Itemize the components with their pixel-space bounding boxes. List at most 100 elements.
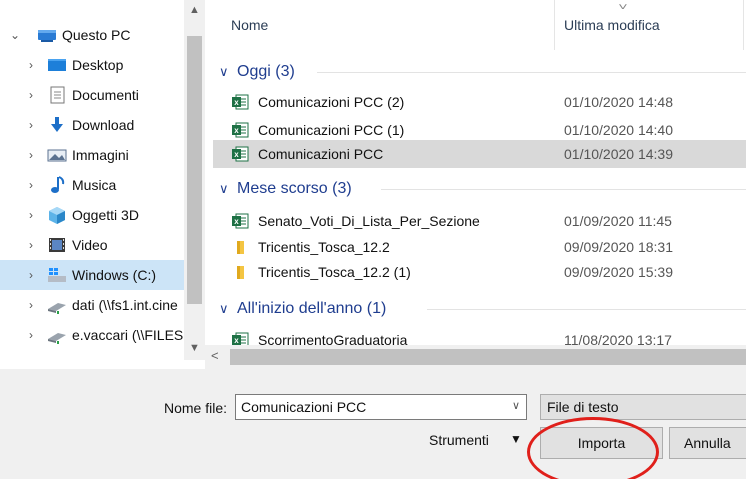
nav-item-network-dati[interactable]: › dati (\\fs1.int.cine	[0, 290, 184, 320]
file-name: Comunicazioni PCC (1)	[258, 122, 405, 138]
chevron-down-icon[interactable]: ∨	[219, 301, 229, 317]
file-date: 01/09/2020 11:45	[564, 213, 672, 229]
nav-item-label: dati (\\fs1.int.cine	[72, 297, 178, 313]
nav-vertical-scrollbar[interactable]: ▲ ▼	[184, 0, 205, 360]
filename-label: Nome file:	[164, 400, 228, 416]
file-name: Tricentis_Tosca_12.2	[258, 239, 390, 255]
excel-file-icon: x	[232, 94, 249, 110]
file-date: 09/09/2020 18:31	[564, 239, 673, 255]
chevron-right-icon[interactable]: ›	[24, 208, 38, 222]
chevron-right-icon[interactable]: ›	[24, 148, 38, 162]
chevron-right-icon[interactable]: ›	[24, 58, 38, 72]
nav-item-music[interactable]: › Musica	[0, 170, 184, 200]
file-date: 01/10/2020 14:39	[564, 146, 673, 162]
documents-folder-icon	[50, 86, 65, 104]
music-folder-icon	[51, 176, 65, 193]
nav-item-this-pc[interactable]: ⌄ Questo PC	[0, 20, 184, 50]
navigation-pane: ⌄ Questo PC › Desktop › Documenti › Down…	[0, 0, 205, 360]
group-label: All'inizio dell'anno (1)	[237, 300, 387, 317]
file-row[interactable]: Tricentis_Tosca_12.2 (1) 09/09/2020 15:3…	[213, 258, 746, 286]
group-divider	[427, 308, 746, 310]
chevron-right-icon[interactable]: ›	[24, 88, 38, 102]
chevron-down-icon[interactable]: ⌄	[8, 28, 22, 42]
desktop-folder-icon	[48, 59, 66, 71]
group-header-today[interactable]: ∨ Oggi (3)	[205, 58, 746, 86]
scrollbar-thumb[interactable]	[187, 36, 202, 304]
nav-item-pictures[interactable]: › Immagini	[0, 140, 184, 170]
tools-button[interactable]: Strumenti	[429, 432, 489, 448]
column-header-modified[interactable]: Ultima modifica	[564, 0, 660, 50]
chevron-right-icon[interactable]: ›	[24, 238, 38, 252]
nav-item-label: Questo PC	[62, 27, 131, 43]
nav-item-network-evaccari[interactable]: › e.vaccari (\\FILES	[0, 320, 184, 350]
file-row[interactable]: x Comunicazioni PCC (2) 01/10/2020 14:48	[213, 88, 746, 116]
file-date: 01/10/2020 14:48	[564, 94, 673, 110]
excel-file-icon: x	[232, 122, 249, 138]
file-row[interactable]: x ScorrimentoGraduatoria 11/08/2020 13:1…	[213, 326, 746, 345]
nav-item-label: Musica	[72, 177, 117, 193]
chevron-down-icon[interactable]: ∨	[512, 399, 520, 412]
dropdown-arrow-icon[interactable]: ▼	[510, 432, 522, 446]
video-folder-icon	[49, 238, 65, 252]
scrollbar-thumb[interactable]	[230, 349, 746, 365]
nav-item-label: Windows (C:)	[72, 267, 157, 283]
folder-icon	[237, 266, 244, 279]
nav-item-label: Immagini	[72, 147, 129, 163]
cancel-button[interactable]: Annulla	[669, 427, 746, 459]
file-row-selected[interactable]: x Comunicazioni PCC 01/10/2020 14:39	[213, 140, 746, 168]
file-row[interactable]: x Senato_Voti_Di_Lista_Per_Sezione 01/09…	[213, 207, 746, 235]
nav-item-download[interactable]: › Download	[0, 110, 184, 140]
scroll-down-icon[interactable]: ▼	[184, 342, 205, 354]
chevron-right-icon[interactable]: ›	[24, 268, 38, 282]
file-name: Senato_Voti_Di_Lista_Per_Sezione	[258, 213, 480, 229]
pictures-folder-icon	[47, 149, 67, 162]
file-name: Comunicazioni PCC (2)	[258, 94, 405, 110]
chevron-right-icon[interactable]: ›	[24, 298, 38, 312]
svg-text:x: x	[234, 336, 239, 345]
svg-text:x: x	[234, 150, 239, 159]
excel-file-icon: x	[232, 332, 249, 345]
chevron-right-icon[interactable]: ›	[24, 118, 38, 132]
scroll-up-icon[interactable]: ▲	[184, 4, 205, 16]
file-list-horizontal-scrollbar[interactable]: <	[205, 345, 746, 369]
filetype-select[interactable]: File di testo	[540, 394, 746, 420]
file-date: 11/08/2020 13:17	[564, 332, 672, 345]
nav-item-label: e.vaccari (\\FILES	[72, 327, 184, 343]
filename-value[interactable]: Comunicazioni PCC	[241, 399, 366, 415]
chevron-right-icon[interactable]: ›	[24, 178, 38, 192]
nav-item-windows-c[interactable]: › Windows (C:)	[0, 260, 184, 290]
nav-item-label: Desktop	[72, 57, 124, 73]
column-divider[interactable]	[554, 0, 555, 50]
scroll-left-icon[interactable]: <	[211, 348, 219, 363]
nav-item-label: Documenti	[72, 87, 139, 103]
column-header-name[interactable]: Nome	[231, 0, 268, 50]
file-name: Tricentis_Tosca_12.2 (1)	[258, 264, 411, 280]
filetype-value[interactable]: File di testo	[547, 399, 619, 415]
file-date: 01/10/2020 14:40	[564, 122, 673, 138]
this-pc-icon	[38, 30, 56, 42]
file-row[interactable]: Tricentis_Tosca_12.2 09/09/2020 18:31	[213, 233, 746, 261]
group-header-last-month[interactable]: ∨ Mese scorso (3)	[205, 175, 746, 203]
group-header-start-of-year[interactable]: ∨ All'inizio dell'anno (1)	[205, 295, 746, 323]
file-date: 09/09/2020 15:39	[564, 264, 673, 280]
nav-item-label: Video	[72, 237, 108, 253]
column-divider[interactable]	[743, 0, 744, 50]
filename-input[interactable]: Comunicazioni PCC ∨	[235, 394, 527, 420]
network-drive-icon	[48, 303, 66, 314]
group-label: Oggi (3)	[237, 63, 295, 80]
group-label: Mese scorso (3)	[237, 180, 352, 197]
windows-drive-icon	[48, 268, 66, 282]
nav-item-desktop[interactable]: › Desktop	[0, 50, 184, 80]
chevron-right-icon[interactable]: ›	[24, 328, 38, 342]
nav-item-label: Oggetti 3D	[72, 207, 139, 223]
nav-item-documents[interactable]: › Documenti	[0, 80, 184, 110]
excel-file-icon: x	[232, 213, 249, 229]
3d-objects-folder-icon	[49, 207, 65, 224]
file-list: ˅ Nome Ultima modifica ∨ Oggi (3) x Comu…	[205, 0, 746, 345]
chevron-down-icon[interactable]: ∨	[219, 181, 229, 197]
nav-item-3d-objects[interactable]: › Oggetti 3D	[0, 200, 184, 230]
svg-text:x: x	[234, 126, 239, 135]
nav-item-video[interactable]: › Video	[0, 230, 184, 260]
group-divider	[381, 188, 746, 190]
chevron-down-icon[interactable]: ∨	[219, 64, 229, 80]
